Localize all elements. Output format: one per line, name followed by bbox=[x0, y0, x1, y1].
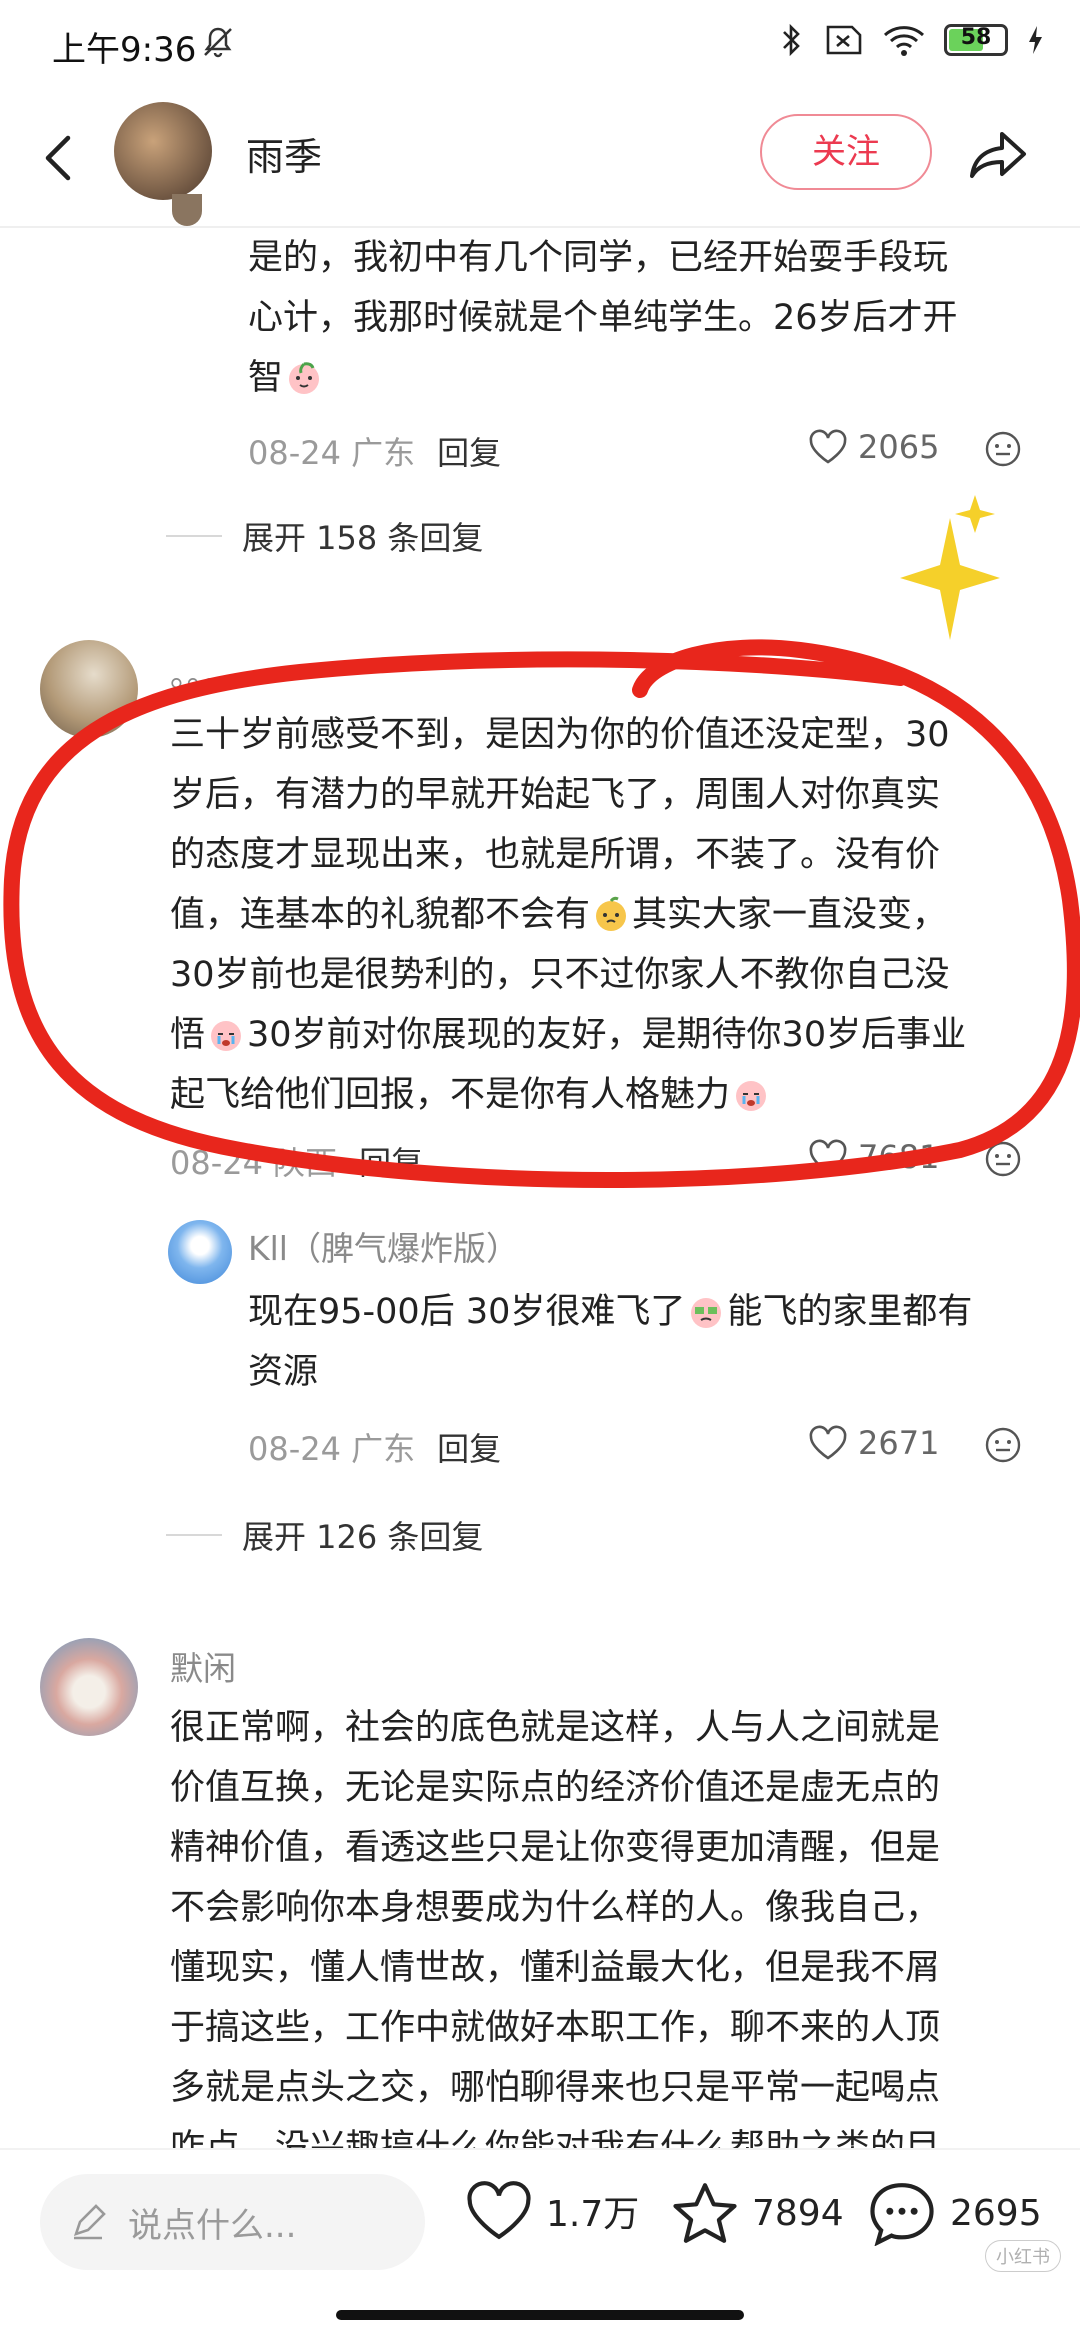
back-arrow-icon[interactable] bbox=[30, 126, 90, 190]
comment-input[interactable]: 说点什么... bbox=[40, 2174, 425, 2270]
comment-username[interactable]: 。。。 bbox=[170, 648, 236, 696]
like-button[interactable]: 7681 bbox=[808, 1138, 939, 1176]
like-count: 2671 bbox=[858, 1424, 940, 1462]
comment-avatar[interactable] bbox=[172, 194, 202, 226]
author-avatar[interactable] bbox=[114, 102, 212, 200]
page-header: 雨季 关注 bbox=[0, 90, 1080, 226]
watermark: 小红书 bbox=[985, 2240, 1061, 2272]
battery-icon: 58 bbox=[944, 24, 1008, 56]
share-icon[interactable] bbox=[966, 122, 1030, 186]
crying-emoji-icon bbox=[736, 1081, 767, 1111]
heart-icon bbox=[809, 1425, 847, 1460]
comment-count: 2695 bbox=[950, 2192, 1042, 2234]
emoji-reaction-icon[interactable] bbox=[984, 1426, 1022, 1464]
expand-replies-button[interactable]: 展开 158 条回复 bbox=[166, 513, 483, 559]
emoji-reaction-icon[interactable] bbox=[984, 430, 1022, 468]
comment-avatar[interactable] bbox=[40, 640, 138, 738]
charging-icon bbox=[1029, 26, 1042, 54]
wifi-icon bbox=[883, 26, 925, 56]
like-button[interactable]: 2065 bbox=[808, 428, 939, 466]
comment-username[interactable]: 默闲 bbox=[170, 1642, 236, 1690]
input-placeholder: 说点什么... bbox=[128, 2206, 297, 2246]
comment-meta: 08-24 陕西 回复 bbox=[170, 1144, 424, 1182]
comment-button[interactable]: 2695 bbox=[866, 2180, 1042, 2246]
comment-text[interactable]: 三十岁前感受不到，是因为你的价值还没定型，30 岁后，有潜力的早就开始起飞了，周… bbox=[170, 705, 966, 1125]
follow-button[interactable]: 关注 bbox=[760, 114, 932, 190]
sparkle-icon bbox=[900, 518, 1000, 640]
reply-button[interactable]: 回复 bbox=[437, 1430, 501, 1468]
reply-username[interactable]: Kll（脾气爆炸版） bbox=[248, 1222, 519, 1270]
like-count: 7681 bbox=[858, 1138, 940, 1176]
collect-button[interactable]: 7894 bbox=[670, 2180, 844, 2246]
crying-emoji-icon bbox=[211, 1021, 242, 1051]
battery-level: 58 bbox=[960, 25, 992, 50]
like-count: 2065 bbox=[858, 428, 940, 466]
star-icon bbox=[673, 2183, 737, 2243]
mute-bell-icon bbox=[204, 27, 232, 58]
pen-icon bbox=[73, 2204, 106, 2240]
reply-button[interactable]: 回复 bbox=[359, 1144, 423, 1182]
comment-text[interactable]: 是的，我初中有几个同学，已经开始耍手段玩 心计，我那时候就是个单纯学生。26岁后… bbox=[248, 228, 958, 408]
home-indicator[interactable] bbox=[336, 2310, 744, 2320]
reply-avatar[interactable] bbox=[168, 1220, 232, 1284]
heart-icon bbox=[809, 1139, 847, 1174]
status-time: 上午9:36 bbox=[52, 30, 197, 70]
peach-emoji-icon bbox=[289, 362, 320, 394]
comment-avatar[interactable] bbox=[40, 1638, 138, 1736]
reply-button[interactable]: 回复 bbox=[437, 434, 501, 472]
heart-icon bbox=[467, 2181, 531, 2240]
comment-bubble-icon bbox=[870, 2183, 934, 2246]
status-bar: 上午9:36 58 bbox=[0, 0, 1080, 90]
like-post-button[interactable]: 1.7万 bbox=[464, 2180, 639, 2242]
money-face-emoji-icon bbox=[691, 1298, 722, 1328]
post-like-count: 1.7万 bbox=[546, 2194, 640, 2235]
like-button[interactable]: 2671 bbox=[808, 1424, 939, 1462]
comment-text[interactable]: 很正常啊，社会的底色就是这样，人与人之间就是 价值互换，无论是实际点的经济价值还… bbox=[170, 1698, 940, 2178]
reply-meta: 08-24 广东 回复 bbox=[248, 1430, 502, 1468]
pear-face-emoji-icon bbox=[596, 896, 627, 931]
heart-icon bbox=[809, 429, 847, 464]
emoji-reaction-icon[interactable] bbox=[984, 1140, 1022, 1178]
collect-count: 7894 bbox=[752, 2192, 844, 2234]
small-sparkle-icon bbox=[955, 495, 995, 533]
bluetooth-icon bbox=[783, 23, 800, 57]
reply-text[interactable]: 现在95-00后 30岁很难飞了 能飞的家里都有 资源 bbox=[248, 1282, 972, 1402]
sim-off-icon bbox=[826, 25, 862, 55]
author-name[interactable]: 雨季 bbox=[246, 126, 322, 181]
comment-meta: 08-24 广东 回复 bbox=[248, 434, 502, 472]
expand-replies-button[interactable]: 展开 126 条回复 bbox=[166, 1512, 483, 1558]
